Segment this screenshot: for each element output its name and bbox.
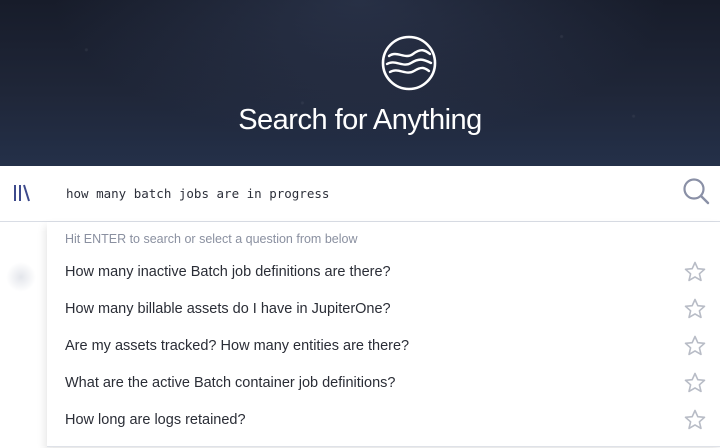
suggestion-list: How many inactive Batch job definitions …: [47, 254, 720, 438]
star-icon[interactable]: [683, 371, 707, 395]
suggestion-dropdown: Hit ENTER to search or select a question…: [47, 222, 720, 447]
suggestion-label: How many billable assets do I have in Ju…: [65, 301, 391, 318]
jupiterone-logo-icon: [381, 35, 437, 91]
suggestion-item[interactable]: Are my assets tracked? How many entities…: [47, 328, 720, 365]
suggestion-label: How many inactive Batch job definitions …: [65, 264, 391, 281]
library-icon: [14, 184, 30, 202]
background-artifact: [6, 262, 36, 292]
suggestion-label: What are the active Batch container job …: [65, 374, 396, 391]
suggestion-item[interactable]: How long are logs retained?: [47, 401, 720, 438]
star-icon[interactable]: [683, 297, 707, 321]
suggestion-item[interactable]: How many billable assets do I have in Ju…: [47, 291, 720, 328]
search-icon: [683, 178, 710, 205]
suggestion-item[interactable]: What are the active Batch container job …: [47, 364, 720, 401]
library-menu-button[interactable]: [8, 180, 36, 206]
search-input[interactable]: [62, 178, 670, 208]
star-icon[interactable]: [683, 334, 707, 358]
left-gutter: [0, 222, 46, 448]
star-icon[interactable]: [683, 260, 707, 284]
hero-banner: Search for Anything: [0, 0, 720, 166]
search-button[interactable]: [681, 176, 711, 206]
suggestion-label: Are my assets tracked? How many entities…: [65, 337, 410, 354]
suggestion-label: How long are logs retained?: [65, 411, 246, 428]
search-hint: Hit ENTER to search or select a question…: [65, 232, 358, 246]
suggestion-item[interactable]: How many inactive Batch job definitions …: [47, 254, 720, 291]
page-title: Search for Anything: [238, 104, 482, 136]
star-icon[interactable]: [683, 408, 707, 432]
search-bar: [0, 166, 720, 222]
